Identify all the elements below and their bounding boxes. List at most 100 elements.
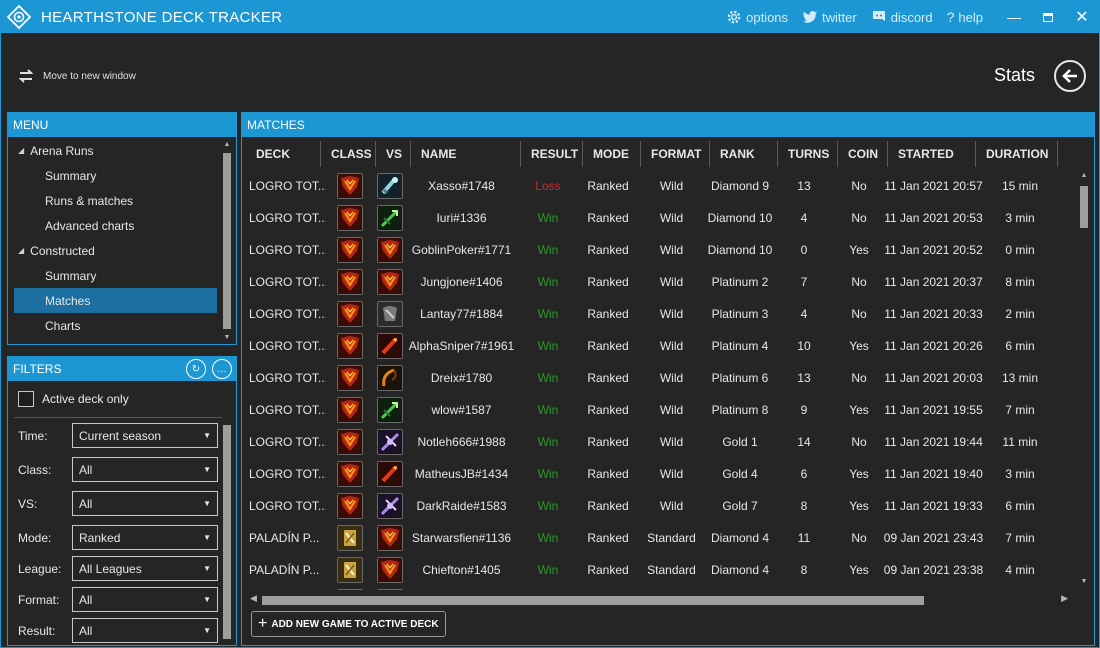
- refresh-button[interactable]: ↻: [186, 359, 206, 379]
- filter-league-dropdown[interactable]: All Leagues ▼: [72, 556, 218, 581]
- table-row[interactable]: LOGRO TOT... MatheusJB#1434 Win Ranked Wild G…: [246, 458, 1076, 490]
- scroll-down-icon[interactable]: ▼: [1078, 578, 1090, 585]
- column-header-started[interactable]: STARTED: [888, 141, 976, 167]
- filter-time-dropdown[interactable]: Current season ▼: [72, 423, 218, 448]
- menu-item-summary[interactable]: Summary: [8, 163, 222, 188]
- maximize-button[interactable]: [1031, 1, 1065, 33]
- filter-format-dropdown[interactable]: All ▼: [72, 587, 218, 612]
- column-header-coin[interactable]: COIN: [838, 141, 888, 167]
- table-row[interactable]: LOGRO TOT... Dreix#1780 Win Ranked Wild Plati…: [246, 362, 1076, 394]
- more-options-button[interactable]: …: [212, 359, 232, 379]
- table-row[interactable]: LOGRO TOT... Lantay77#1884 Win Ranked Wild Pl…: [246, 298, 1076, 330]
- menu-item-runs-matches[interactable]: Runs & matches: [8, 188, 222, 213]
- format-cell: Wild: [659, 499, 684, 513]
- format-cell: Wild: [659, 339, 684, 353]
- duration-cell: 8 min: [1005, 275, 1035, 289]
- scroll-right-icon[interactable]: ▶: [1061, 593, 1068, 604]
- column-header-duration[interactable]: DURATION: [976, 141, 1058, 167]
- table-row[interactable]: LOGRO TOT... Notleh666#1988 Win Ranked Wild G…: [246, 426, 1076, 458]
- add-new-game-button[interactable]: + ADD NEW GAME TO ACTIVE DECK: [251, 611, 446, 637]
- filters-actions: ↻ …: [186, 359, 232, 379]
- menu-item-charts[interactable]: Charts: [8, 313, 222, 338]
- table-row[interactable]: LOGRO TOT... wlow#1587 Win Ranked Wild Platin…: [246, 394, 1076, 426]
- column-header-deck[interactable]: DECK: [246, 141, 321, 167]
- table-row[interactable]: [246, 586, 1076, 590]
- table-row[interactable]: LOGRO TOT... AlphaSniper7#1961 Win Ranked Wi…: [246, 330, 1076, 362]
- back-button[interactable]: [1054, 60, 1086, 92]
- menu-item-advanced-charts[interactable]: Advanced charts: [8, 213, 222, 238]
- duration-cell: [983, 586, 1057, 590]
- filter-vs-dropdown[interactable]: All ▼: [72, 491, 218, 516]
- started-cell: 11 Jan 2021 19:33: [884, 499, 983, 513]
- filter-row: Result: All ▼: [18, 618, 223, 643]
- duration-cell: 4 min: [1005, 563, 1035, 577]
- menu-item-summary[interactable]: Summary: [8, 263, 222, 288]
- table-row[interactable]: LOGRO TOT... GoblinPoker#1771 Win Ranked Wil…: [246, 234, 1076, 266]
- format-cell: Standard: [647, 563, 696, 577]
- minimize-button[interactable]: —: [997, 1, 1031, 33]
- twitter-link[interactable]: twitter: [802, 9, 857, 25]
- table-row[interactable]: LOGRO TOT... DarkRaide#1583 Win Ranked Wild G…: [246, 490, 1076, 522]
- column-header-name[interactable]: NAME: [411, 141, 521, 167]
- move-to-new-window-button[interactable]: Move to new window: [17, 67, 136, 85]
- column-header-turns[interactable]: TURNS: [778, 141, 838, 167]
- table-row[interactable]: LOGRO TOT... Jungjone#1406 Win Ranked Wild Pl…: [246, 266, 1076, 298]
- scroll-up-icon[interactable]: ▲: [1078, 172, 1090, 179]
- filter-result-dropdown[interactable]: All ▼: [72, 618, 218, 643]
- chevron-down-icon: ▼: [203, 499, 211, 508]
- options-link[interactable]: options: [726, 9, 788, 25]
- close-button[interactable]: ✕: [1065, 1, 1099, 33]
- expand-triangle-icon[interactable]: ◢: [18, 146, 24, 155]
- scroll-down-icon[interactable]: ▼: [221, 334, 233, 341]
- help-link[interactable]: ? help: [947, 9, 983, 25]
- scroll-thumb[interactable]: [262, 596, 924, 605]
- discord-link[interactable]: discord: [871, 9, 933, 25]
- menu-item-matches[interactable]: Matches: [14, 288, 217, 313]
- expand-triangle-icon[interactable]: ◢: [18, 246, 24, 255]
- scroll-thumb[interactable]: [223, 425, 231, 639]
- name-cell: Lantay77#1884: [420, 307, 503, 321]
- column-header-result[interactable]: RESULT: [521, 141, 583, 167]
- column-header-mode[interactable]: MODE: [583, 141, 641, 167]
- menu-item-constructed[interactable]: ◢ Constructed: [8, 238, 222, 263]
- add-new-game-label: ADD NEW GAME TO ACTIVE DECK: [271, 618, 439, 630]
- scroll-thumb[interactable]: [223, 153, 231, 329]
- filters-scrollbar[interactable]: [221, 421, 233, 643]
- menu-item-arena-runs[interactable]: ◢ Arena Runs: [8, 138, 222, 163]
- filter-class-dropdown[interactable]: All ▼: [72, 457, 218, 482]
- paladin-icon: [336, 557, 363, 583]
- menu-scrollbar[interactable]: ▲ ▼: [221, 141, 233, 341]
- format-cell: Standard: [647, 531, 696, 545]
- table-row[interactable]: PALADÍN P... Starwarsfien#1136 Win Ranked St…: [246, 522, 1076, 554]
- table-horizontal-scrollbar[interactable]: ◀ ▶: [250, 593, 1076, 607]
- column-header-vs[interactable]: VS: [376, 141, 411, 167]
- dropdown-value: Ranked: [79, 530, 121, 545]
- scroll-up-icon[interactable]: ▲: [221, 141, 233, 148]
- help-label: help: [958, 9, 983, 25]
- shaman-icon: [376, 557, 403, 583]
- title-bar[interactable]: HEARTHSTONE DECK TRACKER options twitter…: [1, 1, 1099, 33]
- shaman-icon: [336, 333, 363, 359]
- class-cell: [326, 426, 373, 458]
- filter-mode-dropdown[interactable]: Ranked ▼: [72, 525, 218, 550]
- column-header-format[interactable]: FORMAT: [641, 141, 710, 167]
- duration-cell: 7 min: [1005, 531, 1035, 545]
- filter-label: Mode:: [18, 530, 52, 545]
- dropdown-value: All: [79, 462, 93, 477]
- menu-list: ◢ Arena Runs Summary Runs & matches Advanced…: [8, 138, 222, 338]
- shaman-icon: [336, 461, 363, 487]
- table-row[interactable]: LOGRO TOT... Xasso#1748 Loss Ranked Wild Diam…: [246, 170, 1076, 202]
- class-cell: [326, 330, 373, 362]
- paladin-icon: [336, 525, 363, 551]
- active-deck-only-checkbox[interactable]: [18, 391, 34, 407]
- turns-cell: 9: [800, 403, 808, 417]
- rank-cell: Diamond 9: [710, 179, 770, 193]
- table-row[interactable]: LOGRO TOT... Iuri#1336 Win Ranked Wild Diamon…: [246, 202, 1076, 234]
- column-header-rank[interactable]: RANK: [710, 141, 778, 167]
- scroll-left-icon[interactable]: ◀: [250, 593, 257, 604]
- filters-divider: [14, 417, 222, 418]
- column-header-class[interactable]: CLASS: [321, 141, 376, 167]
- scroll-thumb[interactable]: [1080, 186, 1088, 228]
- table-vertical-scrollbar[interactable]: ▲ ▼: [1078, 170, 1090, 590]
- table-row[interactable]: PALADÍN P... Chiefton#1405 Win Ranked Standa…: [246, 554, 1076, 586]
